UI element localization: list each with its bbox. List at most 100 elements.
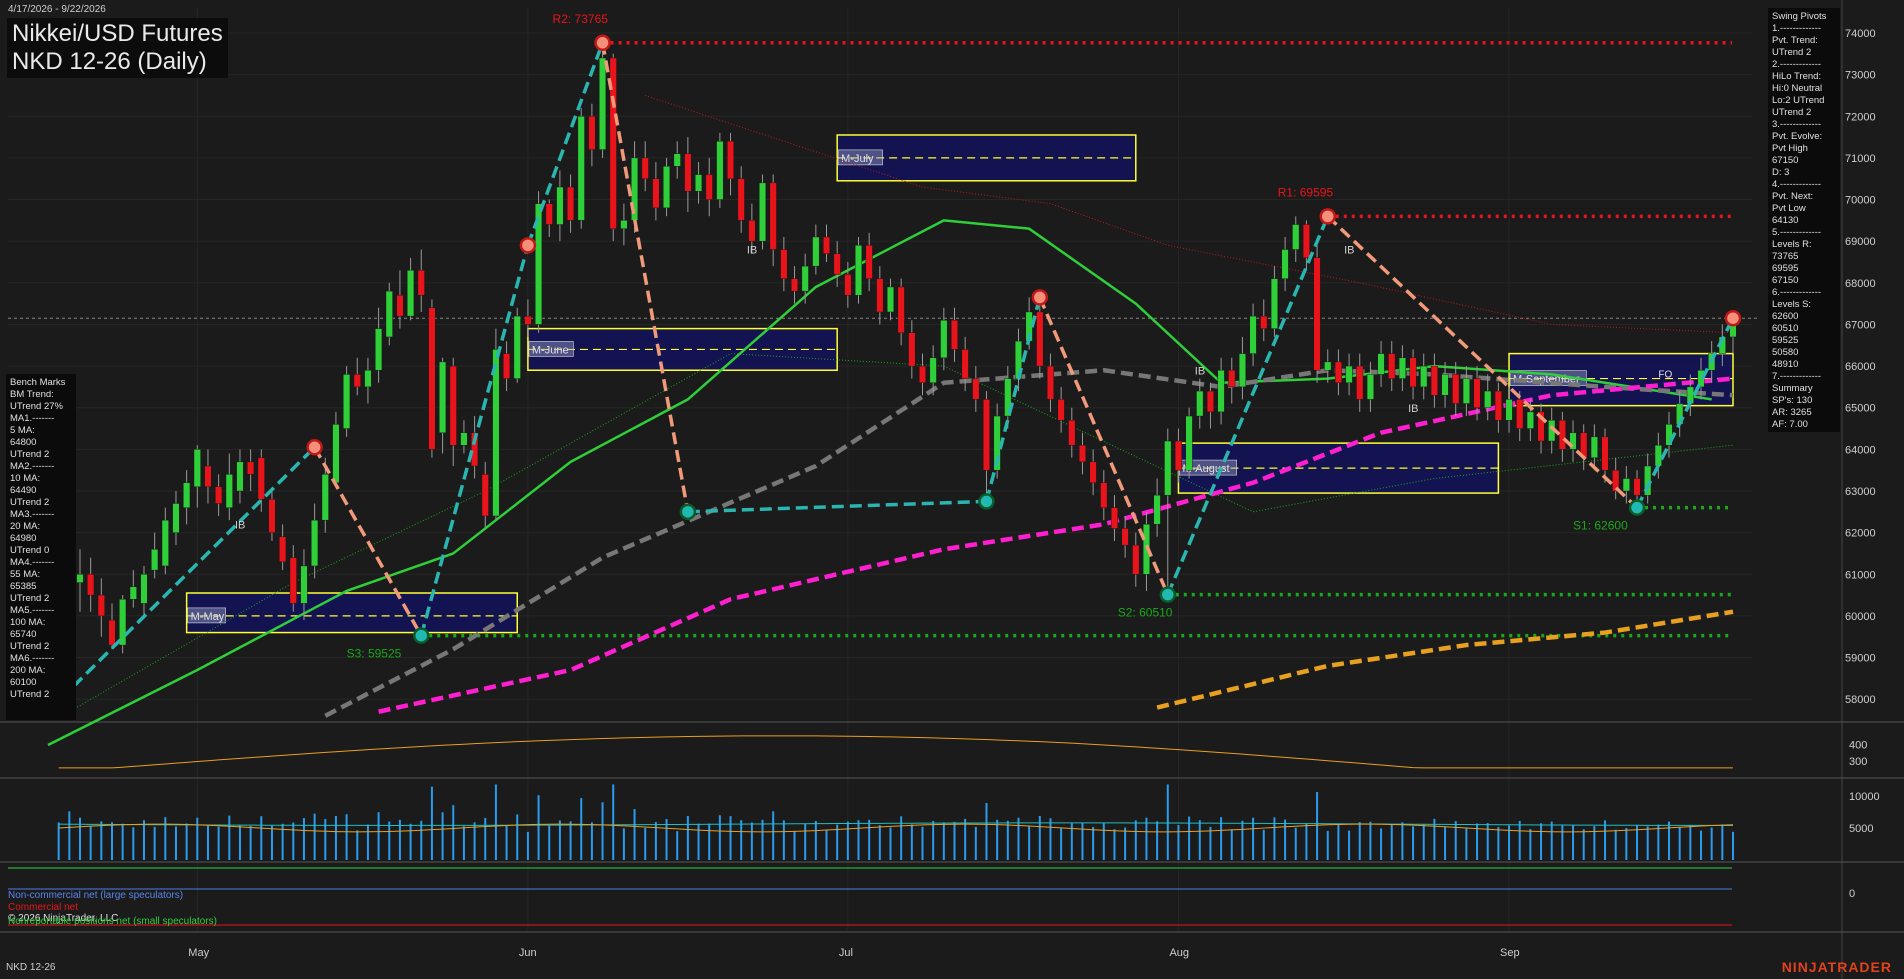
candle-body — [1270, 278, 1278, 329]
benchmarks-line: MA5.------- — [10, 605, 55, 616]
candle-body — [865, 245, 873, 279]
candle-body — [641, 157, 649, 179]
candle-body — [1590, 436, 1598, 458]
swing_pivots-line: Pvt. Trend: — [1772, 35, 1818, 46]
candle-body — [364, 370, 372, 388]
swing_pivots-line: UTrend 2 — [1772, 107, 1812, 118]
candle-body — [321, 474, 329, 521]
candle-body — [737, 178, 745, 221]
candle-body — [513, 315, 521, 379]
benchmarks-line: 64490 — [10, 485, 37, 496]
benchmarks-line: 60100 — [10, 677, 37, 688]
candle-body — [759, 182, 767, 242]
candle-body — [183, 482, 191, 508]
y-tick-label: 70000 — [1845, 195, 1876, 207]
swing_pivots-line: Levels R: — [1772, 239, 1812, 250]
candle-body — [289, 557, 297, 604]
candle-body — [428, 307, 436, 450]
swing-pivot-marker — [1319, 208, 1336, 225]
swing-pivot-marker — [594, 34, 611, 52]
benchmarks-line: UTrend 0 — [10, 545, 50, 556]
benchmarks-line: MA4.------- — [10, 557, 55, 568]
swing_pivots-line: 48910 — [1772, 359, 1799, 370]
candle-body — [1334, 361, 1342, 383]
candle-body — [599, 57, 607, 150]
candle-body — [1633, 478, 1641, 496]
candle-body — [1494, 390, 1502, 421]
candle-body — [385, 290, 393, 338]
swing-pivot-marker — [1724, 309, 1742, 327]
ind1-tick: 300 — [1849, 756, 1867, 768]
pivot-label: S2: 60510 — [1118, 606, 1173, 620]
price-chart[interactable]: M-MayM-JuneM-JulyM-AugustM-September FO R… — [0, 0, 1904, 979]
candle-body — [982, 399, 990, 471]
legend-commercial: Commercial net — [8, 902, 79, 913]
candle-body — [524, 315, 532, 325]
candle-body — [1526, 411, 1534, 429]
candle-body — [684, 153, 692, 192]
swing_pivots-line: 69595 — [1772, 263, 1799, 274]
candle-body — [833, 253, 841, 275]
benchmarks-line: 65740 — [10, 629, 37, 640]
candle-body — [1217, 370, 1225, 413]
candle-body — [780, 249, 788, 279]
candle-body — [439, 361, 447, 433]
candle-body — [577, 116, 585, 221]
benchmarks-panel: Bench Marks BM Trend: UTrend 27% MA1.------… — [6, 374, 76, 720]
candle-body — [545, 203, 553, 225]
swing-pivot-marker — [679, 503, 697, 521]
candle-body — [727, 141, 735, 179]
candle-body — [1260, 315, 1268, 329]
swing_pivots-line: 73765 — [1772, 251, 1799, 262]
candle-body — [1313, 257, 1321, 371]
ib-label: IB — [1344, 245, 1354, 257]
swing-pivot-marker — [519, 237, 537, 254]
swing_pivots-line: Hi:0 Neutral — [1772, 83, 1823, 94]
candle-body — [1196, 390, 1204, 417]
candle-body — [353, 374, 361, 388]
y-tick-label: 67000 — [1845, 319, 1876, 331]
candle-body — [1473, 378, 1481, 408]
candle-body — [1068, 420, 1076, 446]
candle-body — [161, 519, 169, 567]
benchmarks-line: 64980 — [10, 533, 37, 544]
swing_pivots-line: Lo:2 UTrend — [1772, 95, 1825, 106]
candle-body — [204, 465, 212, 488]
candle-body — [652, 178, 660, 209]
candle-body — [257, 457, 265, 500]
y-tick-label: 59000 — [1845, 653, 1876, 665]
candle-body — [1654, 444, 1662, 467]
swing-pivot-marker — [978, 493, 995, 510]
candle-body — [918, 365, 926, 383]
benchmarks-line: MA6.------- — [10, 653, 55, 664]
benchmarks-line: 100 MA: — [10, 617, 46, 628]
benchmarks-line: UTrend 27% — [10, 401, 63, 412]
swing_pivots-line: UTrend 2 — [1772, 47, 1812, 58]
swing-pivot-marker — [1031, 289, 1049, 306]
candle-body — [748, 220, 756, 242]
swing_pivots-line: 50580 — [1772, 347, 1799, 358]
y-tick-label: 69000 — [1845, 236, 1876, 248]
candle-body — [1558, 420, 1566, 450]
candle-body — [460, 432, 468, 446]
candle-body — [268, 499, 276, 533]
benchmarks-line: 5 MA: — [10, 425, 35, 436]
candle-body — [716, 141, 724, 200]
candle-body — [1057, 399, 1065, 421]
benchmarks-line: 65385 — [10, 581, 37, 592]
candle-body — [769, 182, 777, 250]
swing_pivots-line: 67150 — [1772, 155, 1799, 166]
swing_pivots-line: Summary — [1772, 383, 1813, 394]
candle-body — [300, 565, 308, 604]
swing-pivot-marker — [306, 439, 323, 456]
candle-body — [193, 449, 201, 488]
candle-body — [567, 186, 575, 221]
benchmarks-line: BM Trend: — [10, 389, 54, 400]
monthly-box-label: M-July — [841, 153, 874, 165]
benchmarks-line: UTrend 2 — [10, 689, 50, 700]
candle-body — [961, 349, 969, 379]
x-tick-label: Aug — [1169, 947, 1189, 959]
candle-body — [1622, 478, 1630, 492]
candle-body — [1505, 399, 1513, 421]
candle-body — [791, 278, 799, 292]
